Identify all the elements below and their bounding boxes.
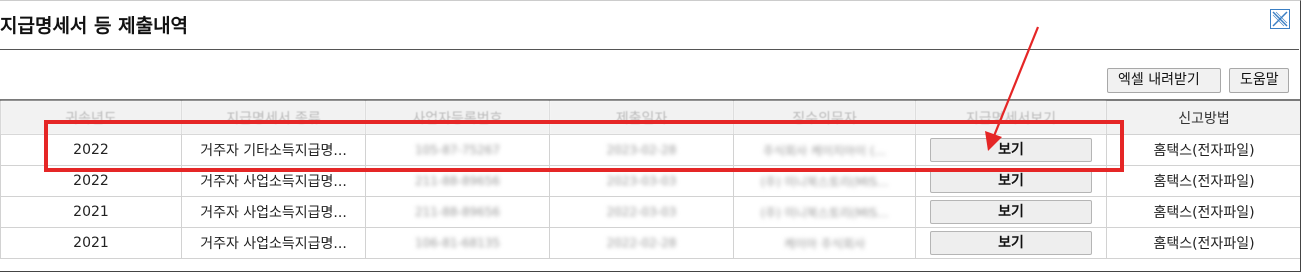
dialog-window: 지급명세서 등 제출내역 엑셀 내려받기 도움말 귀속년도 지급명세서 종류 사…: [0, 0, 1301, 272]
annotation-arrow: [985, 26, 1040, 151]
